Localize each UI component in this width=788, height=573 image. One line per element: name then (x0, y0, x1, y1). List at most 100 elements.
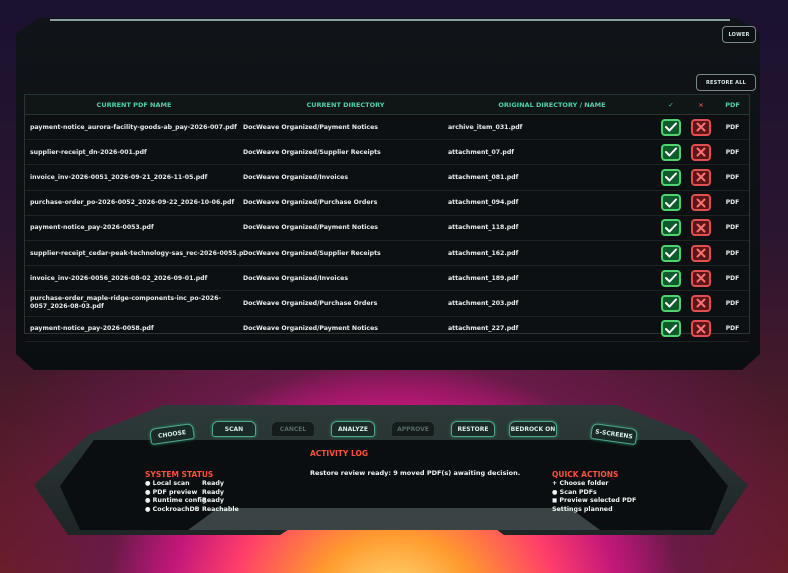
console-lip (188, 508, 600, 530)
reject-row-button[interactable] (691, 219, 711, 237)
cancel-button[interactable]: CANCEL (271, 421, 315, 437)
reject-row-button[interactable] (691, 244, 711, 262)
file-type: PDF (725, 224, 740, 232)
table-row[interactable]: payment-notice_pay-2026-0058.pdf DocWeave… (25, 317, 749, 342)
reject-row-button[interactable] (691, 269, 711, 287)
approve-row-button[interactable] (661, 168, 681, 186)
approve-row-button[interactable] (661, 244, 681, 262)
current-directory: DocWeave Organized/Purchase Orders (243, 299, 378, 307)
original-name: attachment_162.pdf (448, 249, 519, 257)
quick-action-item[interactable]: + Choose folder (552, 480, 636, 489)
status-value: Ready (202, 488, 224, 496)
file-type: PDF (725, 299, 740, 307)
current-pdf-name: payment-notice_pay-2026-0053.pdf (30, 224, 154, 232)
table-row[interactable]: purchase-order_po-2026-0052_2026-09-22_2… (25, 191, 749, 216)
file-type: PDF (725, 173, 740, 181)
check-icon (665, 248, 677, 258)
table-row[interactable]: supplier-receipt_dn-2026-001.pdf DocWeave… (25, 140, 749, 166)
system-status-title: SYSTEM STATUS (145, 470, 214, 479)
table-row[interactable]: invoice_inv-2026-0051_2026-09-21_2026-11… (25, 165, 749, 191)
reject-row-button[interactable] (691, 294, 711, 312)
file-type: PDF (725, 199, 740, 207)
reject-row-button[interactable] (691, 118, 711, 136)
quick-actions-title: QUICK ACTIONS (552, 470, 619, 479)
current-directory: DocWeave Organized/Supplier Receipts (243, 249, 381, 257)
approve-row-button[interactable] (661, 219, 681, 237)
table-row[interactable]: supplier-receipt_cedar-peak-technology-s… (25, 241, 749, 267)
file-type: PDF (725, 325, 740, 333)
reject-row-button[interactable] (691, 168, 711, 186)
lower-button[interactable]: LOWER (722, 26, 756, 43)
table-row[interactable]: payment-notice_pay-2026-0053.pdf DocWeave… (25, 216, 749, 241)
approve-row-button[interactable] (661, 118, 681, 136)
approve-row-button[interactable] (661, 194, 681, 212)
original-name: attachment_189.pdf (448, 274, 519, 282)
header-pdf: PDF (725, 100, 740, 109)
approve-row-button[interactable] (661, 320, 681, 338)
current-pdf-name: invoice_inv-2026-0051_2026-09-21_2026-11… (30, 173, 208, 181)
quick-action-item[interactable]: ● Scan PDFs (552, 489, 636, 498)
current-directory: DocWeave Organized/Payment Notices (243, 123, 378, 131)
x-icon (696, 198, 706, 208)
approve-row-button[interactable] (661, 294, 681, 312)
table-row[interactable]: purchase-order_maple-ridge-components-in… (25, 291, 749, 317)
status-value: Reachable (202, 505, 239, 513)
approve-button[interactable]: APPROVE (391, 421, 435, 437)
reject-row-button[interactable] (691, 320, 711, 338)
original-name: attachment_203.pdf (448, 299, 519, 307)
monitor-rim (50, 19, 730, 21)
system-status-item: ● PDF preview Ready (145, 489, 224, 498)
reject-row-button[interactable] (691, 194, 711, 212)
current-directory: DocWeave Organized/Invoices (243, 274, 349, 282)
system-status-list: ● Local scan Ready ● PDF preview Ready ● Run… (145, 480, 239, 515)
x-icon (696, 248, 706, 258)
check-icon (665, 172, 677, 182)
x-icon (696, 324, 706, 334)
status-label: ● Runtime config (145, 497, 207, 504)
analyze-button[interactable]: ANALYZE (331, 421, 375, 437)
quick-action-item[interactable]: ◼ Preview selected PDF (552, 497, 636, 506)
restore-review-table: CURRENT PDF NAME CURRENT DIRECTORY ORIGI… (24, 94, 750, 342)
approve-row-button[interactable] (661, 269, 681, 287)
quick-actions-list: + Choose folder ● Scan PDFs ◼ Preview sele… (552, 480, 636, 514)
check-icon (665, 147, 677, 157)
header-approve: ✓ (668, 100, 674, 109)
status-label: ● Local scan (145, 480, 190, 487)
file-type: PDF (725, 123, 740, 131)
table-header: CURRENT PDF NAME CURRENT DIRECTORY ORIGI… (25, 95, 749, 115)
check-icon (665, 298, 677, 308)
status-value: Ready (202, 480, 224, 487)
approve-row-button[interactable] (661, 143, 681, 161)
current-pdf-name: invoice_inv-2026-0056_2026-08-02_2026-09… (30, 274, 208, 282)
reject-row-button[interactable] (691, 143, 711, 161)
system-status-item: ● Local scan Ready (145, 480, 224, 489)
header-current-pdf-name: CURRENT PDF NAME (96, 100, 172, 109)
check-icon (665, 198, 677, 208)
status-value: Ready (202, 497, 224, 504)
bedrock-on-button[interactable]: BEDROCK ON (509, 421, 557, 437)
restore-all-button[interactable]: RESTORE ALL (696, 74, 756, 91)
status-label: ● CockroachDB (145, 505, 200, 513)
activity-log-title: ACTIVITY LOG (310, 449, 369, 458)
original-name: attachment_094.pdf (448, 199, 519, 207)
file-type: PDF (725, 148, 740, 156)
current-pdf-name: payment-notice_pay-2026-0058.pdf (30, 325, 154, 333)
original-name: attachment_118.pdf (448, 224, 519, 232)
check-icon (665, 122, 677, 132)
header-original-directory: ORIGINAL DIRECTORY / NAME (498, 100, 606, 109)
system-status-item: ● CockroachDB Reachable (145, 505, 239, 515)
table-row[interactable]: invoice_inv-2026-0056_2026-08-02_2026-09… (25, 266, 749, 292)
restore-button[interactable]: RESTORE (451, 421, 495, 437)
check-icon (665, 223, 677, 233)
table-row[interactable]: payment-notice_aurora-facility-goods-ab_… (25, 115, 749, 141)
scan-button[interactable]: SCAN (212, 421, 256, 437)
current-pdf-name: purchase-order_maple-ridge-components-in… (30, 295, 221, 311)
original-name: attachment_07.pdf (448, 148, 514, 156)
x-icon (696, 298, 706, 308)
current-pdf-name: payment-notice_aurora-facility-goods-ab_… (30, 123, 237, 131)
header-reject: × (698, 100, 704, 109)
quick-action-item[interactable]: Settings planned (552, 506, 636, 515)
activity-log-message: Restore review ready: 9 moved PDF(s) awa… (310, 469, 521, 477)
file-type: PDF (725, 249, 740, 257)
current-directory: DocWeave Organized/Purchase Orders (243, 199, 378, 207)
